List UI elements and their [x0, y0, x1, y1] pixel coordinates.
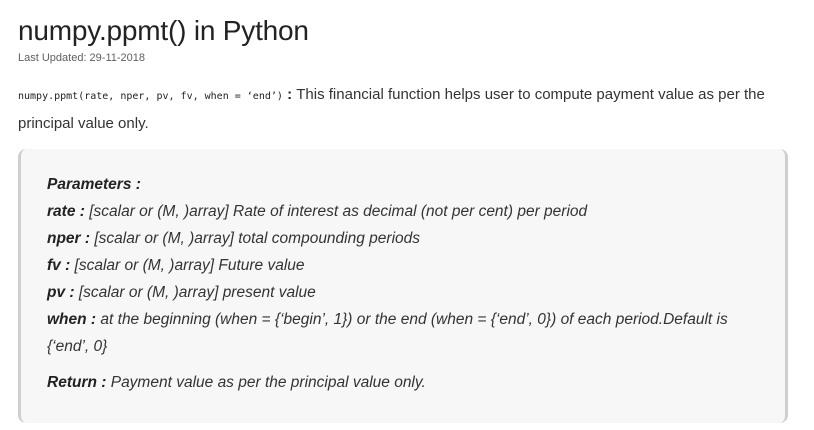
intro-paragraph: numpy.ppmt(rate, nper, pv, fv, when = ‘e… [18, 81, 790, 137]
param-fv-desc: [scalar or (M, )array] Future value [70, 257, 305, 274]
param-pv-desc: [scalar or (M, )array] present value [74, 284, 316, 301]
param-when-name: when : [47, 311, 97, 328]
param-rate-desc: [scalar or (M, )array] Rate of interest … [84, 203, 588, 220]
param-when: when : at the beginning (when = {‘begin’… [47, 306, 758, 360]
page-title: numpy.ppmt() in Python [18, 15, 309, 46]
param-rate-name: rate : [47, 203, 85, 220]
param-nper-desc: [scalar or (M, )array] total compounding… [90, 230, 421, 247]
return-name: Return : [47, 374, 107, 391]
signature-separator: : [282, 86, 297, 103]
function-signature: numpy.ppmt(rate, nper, pv, fv, when = ‘e… [18, 91, 283, 102]
parameters-heading: Parameters : [47, 176, 141, 193]
param-nper: nper : [scalar or (M, )array] total comp… [47, 225, 758, 252]
param-nper-name: nper : [47, 230, 91, 247]
param-when-desc: at the beginning (when = {‘begin’, 1}) o… [47, 311, 728, 355]
param-pv-name: pv : [47, 284, 75, 301]
param-fv-name: fv : [47, 257, 71, 274]
return-desc: Payment value as per the principal value… [106, 374, 426, 391]
param-pv: pv : [scalar or (M, )array] present valu… [47, 279, 758, 306]
parameters-box: Parameters : rate : [scalar or (M, )arra… [18, 149, 788, 423]
param-fv: fv : [scalar or (M, )array] Future value [47, 252, 758, 279]
article: numpy.ppmt() in Python Last Updated: 29-… [18, 0, 790, 423]
last-updated: Last Updated: 29-11-2018 [18, 52, 145, 64]
param-rate: rate : [scalar or (M, )array] Rate of in… [47, 198, 758, 225]
return-value: Return : Payment value as per the princi… [47, 369, 758, 396]
